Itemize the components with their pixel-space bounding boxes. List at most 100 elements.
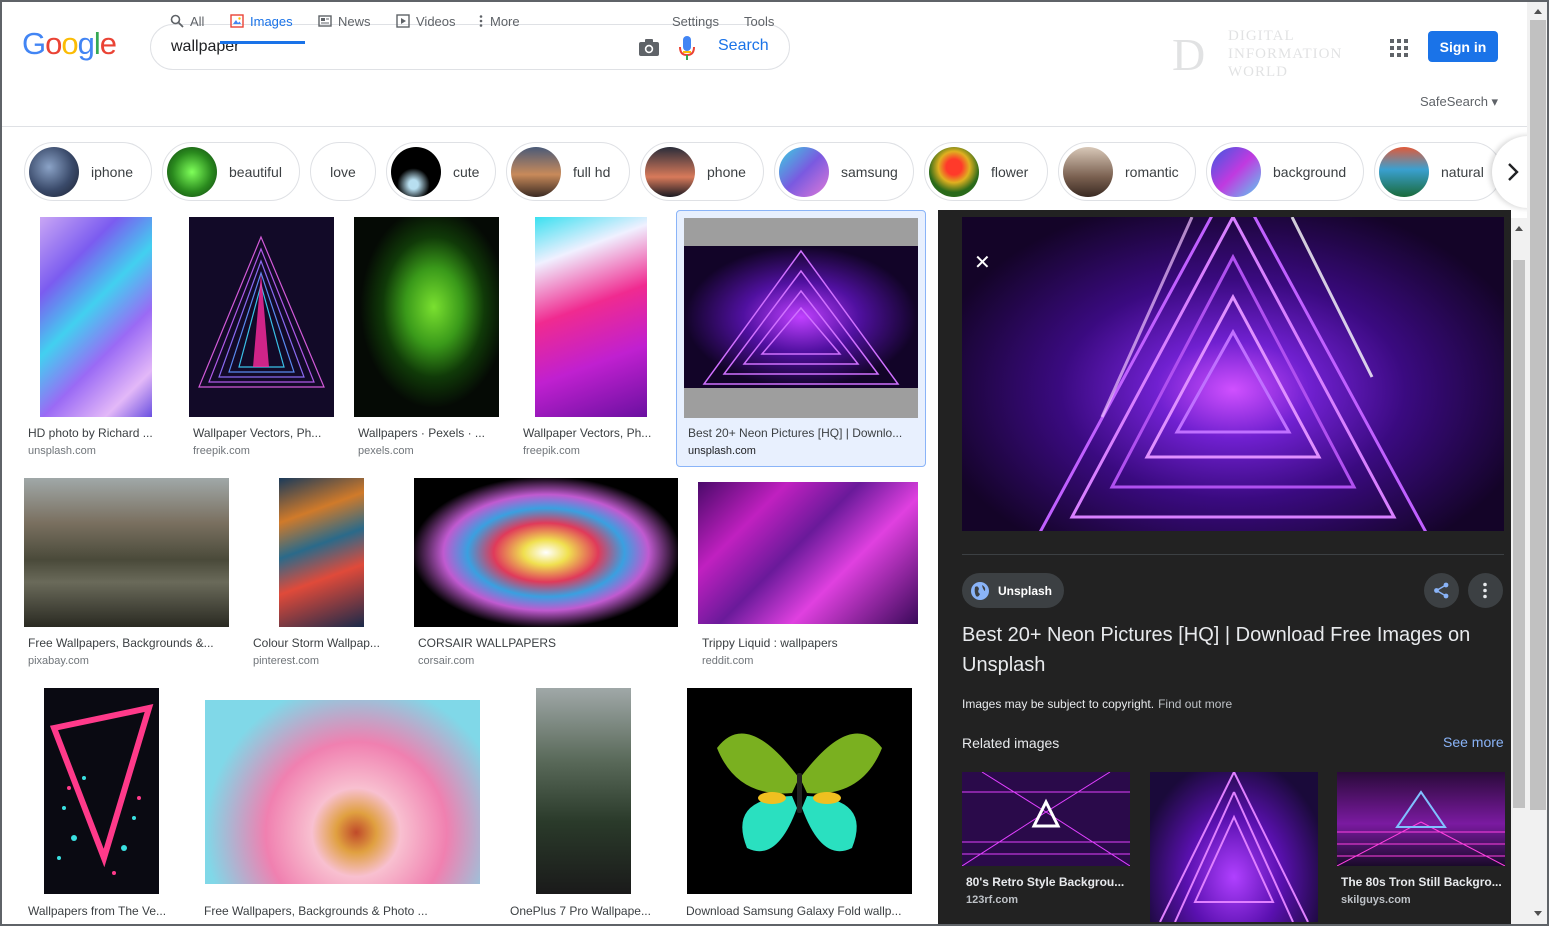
divider	[962, 554, 1504, 555]
chip-romantic[interactable]: romantic	[1058, 142, 1196, 201]
find-out-more-link[interactable]: Find out more	[1158, 697, 1232, 711]
chip-thumbnail	[391, 146, 441, 197]
result-thumbnail	[24, 478, 229, 627]
sign-in-button[interactable]: Sign in	[1428, 31, 1498, 62]
result-thumbnail	[536, 688, 631, 894]
result-thumbnail	[687, 688, 912, 894]
result-thumbnail	[354, 217, 499, 417]
result-card-selected[interactable]: Best 20+ Neon Pictures [HQ] | Downlo... …	[676, 210, 926, 467]
result-thumbnail	[189, 217, 334, 417]
camera-icon[interactable]	[637, 36, 661, 60]
tab-videos-label: Videos	[416, 14, 456, 29]
result-card[interactable]: Free Wallpapers, Backgrounds &... pixaba…	[24, 478, 229, 673]
source-link[interactable]: Unsplash	[962, 573, 1065, 608]
chip-iphone[interactable]: iphone	[24, 142, 152, 201]
result-thumbnail	[279, 478, 364, 627]
chip-thumbnail	[1063, 146, 1113, 197]
chip-phone[interactable]: phone	[640, 142, 764, 201]
image-preview-panel: ✕ Unsplash Best 20+ Neon Pictures [HQ] |…	[938, 173, 1511, 924]
related-thumbnail	[1336, 772, 1506, 867]
result-card[interactable]: Colour Storm Wallpap... pinterest.com	[249, 478, 394, 673]
google-logo[interactable]: Google	[22, 26, 117, 62]
see-more-link[interactable]: See more	[1443, 734, 1504, 750]
image-icon	[230, 14, 244, 28]
watermark-logo: D DIGITAL INFORMATION WORLD	[1172, 28, 1343, 80]
more-vertical-icon	[479, 15, 483, 27]
tab-news-label: News	[338, 14, 371, 29]
related-image-card[interactable]	[1150, 771, 1318, 924]
settings-link[interactable]: Settings	[672, 2, 719, 44]
scroll-down-arrow-icon[interactable]	[1533, 910, 1543, 918]
page-scrollbar[interactable]	[1527, 2, 1547, 924]
preview-image[interactable]	[962, 173, 1504, 549]
chevron-right-icon	[1508, 163, 1519, 181]
result-card[interactable]: CORSAIR WALLPAPERS corsair.com	[414, 478, 678, 673]
result-thumbnail	[684, 218, 918, 418]
chip-beautiful[interactable]: beautiful	[162, 142, 300, 201]
related-thumbnail	[961, 771, 1131, 867]
tab-images[interactable]: Images	[220, 2, 305, 44]
related-thumbnail	[1150, 771, 1318, 923]
panel-scrollbar[interactable]	[1511, 218, 1527, 924]
result-card[interactable]: Wallpapers · Pexels · ... pexels.com	[354, 217, 499, 462]
chip-love[interactable]: love	[310, 142, 376, 201]
scroll-up-arrow-icon[interactable]	[1533, 7, 1543, 15]
chip-full-hd[interactable]: full hd	[506, 142, 630, 201]
more-options-button[interactable]	[1468, 573, 1503, 608]
result-thumbnail	[205, 700, 480, 884]
result-thumbnail	[40, 217, 152, 417]
tab-more[interactable]: More	[478, 2, 520, 44]
tab-news[interactable]: News	[318, 2, 371, 44]
play-icon	[396, 14, 410, 28]
close-icon[interactable]: ✕	[974, 250, 991, 275]
result-card[interactable]: Wallpapers from The Ve...	[24, 688, 180, 924]
chip-samsung[interactable]: samsung	[774, 142, 914, 201]
related-image-card[interactable]: 80's Retro Style Backgrou... 123rf.com	[961, 771, 1131, 906]
chip-thumbnail	[511, 146, 561, 197]
related-images-heading: Related images	[962, 735, 1060, 751]
chip-background[interactable]: background	[1206, 142, 1364, 201]
scroll-up-arrow-icon[interactable]	[1514, 224, 1524, 232]
tab-all-label: All	[190, 14, 205, 29]
page-scrollbar-thumb[interactable]	[1530, 20, 1546, 810]
chip-thumbnail	[29, 146, 79, 197]
related-image-card[interactable]: The 80s Tron Still Backgro... skilguys.c…	[1336, 772, 1506, 906]
globe-icon	[971, 581, 989, 600]
safesearch-dropdown[interactable]: SafeSearch ▾	[1420, 94, 1498, 110]
chip-thumbnail	[645, 146, 695, 197]
result-thumbnail	[698, 482, 918, 624]
result-thumbnail	[44, 688, 159, 894]
chip-thumbnail	[1379, 146, 1429, 197]
chip-cute[interactable]: cute	[386, 142, 496, 201]
news-icon	[318, 15, 332, 27]
preview-title[interactable]: Best 20+ Neon Pictures [HQ] | Download F…	[962, 620, 1492, 680]
chip-thumbnail	[929, 146, 979, 197]
search-header: Google Search D DIGITAL INFORMATION WORL…	[2, 2, 1527, 127]
result-card[interactable]: Wallpaper Vectors, Ph... freepik.com	[519, 217, 664, 462]
search-icon	[170, 14, 184, 28]
panel-scrollbar-thumb[interactable]	[1513, 260, 1525, 808]
more-vertical-icon	[1483, 582, 1487, 599]
chip-flower[interactable]: flower	[924, 142, 1048, 201]
image-results-grid: HD photo by Richard ... unsplash.com Wal…	[2, 210, 932, 924]
tools-link[interactable]: Tools	[744, 2, 774, 44]
result-card[interactable]: OnePlus 7 Pro Wallpape...	[506, 688, 662, 924]
chip-thumbnail	[167, 146, 217, 197]
result-card[interactable]: Free Wallpapers, Backgrounds & Photo ...	[200, 688, 486, 924]
apps-grid-icon[interactable]	[1390, 39, 1408, 57]
result-card[interactable]: Wallpaper Vectors, Ph... freepik.com	[189, 217, 334, 462]
copyright-notice: Images may be subject to copyright. Find …	[962, 697, 1233, 711]
chip-thumbnail	[779, 146, 829, 197]
result-card[interactable]: Trippy Liquid : wallpapers reddit.com	[698, 478, 918, 673]
result-card[interactable]: Download Samsung Galaxy Fold wallp...	[682, 688, 912, 924]
result-card[interactable]: HD photo by Richard ... unsplash.com	[24, 217, 169, 462]
tab-videos[interactable]: Videos	[396, 2, 456, 44]
result-thumbnail	[414, 478, 678, 627]
tab-all[interactable]: All	[170, 2, 204, 44]
share-button[interactable]	[1424, 573, 1459, 608]
result-thumbnail	[535, 217, 647, 417]
tab-images-label: Images	[250, 14, 293, 29]
chip-natural[interactable]: natural	[1374, 142, 1502, 201]
share-icon	[1434, 582, 1449, 599]
browser-frame: Google Search D DIGITAL INFORMATION WORL…	[0, 0, 1549, 926]
